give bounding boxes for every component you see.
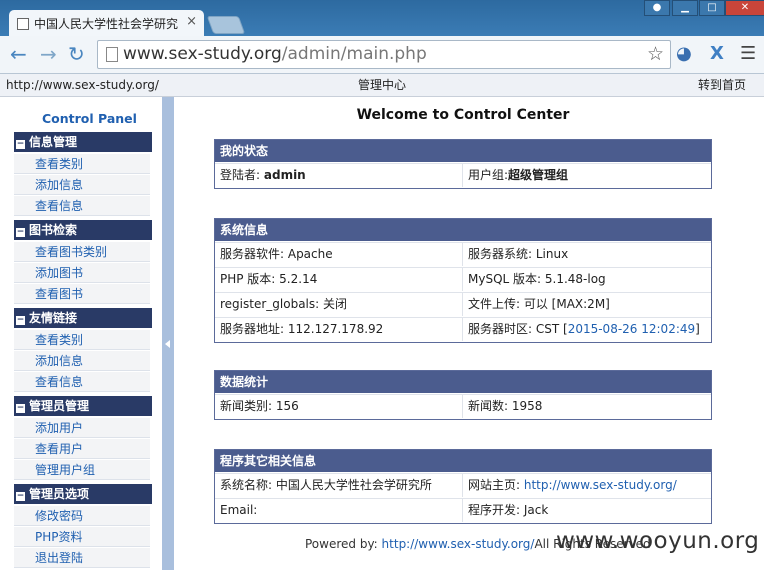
sidebar-item[interactable]: 添加图书 (14, 263, 150, 283)
page-icon (106, 47, 118, 62)
info-cell: PHP 版本: 5.2.14 (215, 268, 463, 291)
menu-icon[interactable]: ☰ (740, 44, 756, 64)
sidebar-section-info[interactable]: − 信息管理 (14, 132, 152, 152)
panel-title: 系统信息 (215, 219, 711, 242)
close-window-button[interactable]: ✕ (725, 0, 764, 16)
panel-title: 数据统计 (215, 371, 711, 394)
user-group: 超级管理组 (508, 168, 569, 182)
sidebar-item[interactable]: 查看图书类别 (14, 242, 150, 262)
info-cell: 文件上传: 可以 [MAX:2M] (468, 297, 610, 311)
info-cell: 新闻数: 1958 (468, 399, 543, 413)
sidebar-toggle[interactable] (162, 97, 174, 570)
back-icon[interactable]: ← (10, 44, 27, 64)
info-cell: Email: (215, 499, 463, 522)
status-panel: 我的状态 登陆者: admin 用户组:超级管理组 (214, 139, 712, 189)
sidebar-item[interactable]: 修改密码 (14, 506, 150, 526)
info-cell: register_globals: 关闭 (215, 293, 463, 316)
page-content: http://www.sex-study.org/ 管理中心 转到首页 Cont… (0, 74, 764, 570)
info-cell: 程序开发: Jack (468, 503, 549, 517)
user-icon[interactable]: ● (644, 0, 670, 16)
close-icon[interactable]: × (186, 14, 197, 29)
table-row: 系统名称: 中国人民大学性社会学研究所 网站主页: http://www.sex… (215, 473, 711, 498)
new-tab-button[interactable] (206, 16, 246, 34)
table-row: 服务器地址: 112.127.178.92 服务器时区: CST [2015-0… (215, 317, 711, 342)
info-cell: 新闻类别: 156 (215, 395, 463, 418)
sidebar-item[interactable]: 添加信息 (14, 175, 150, 195)
info-cell: 服务器软件: Apache (215, 243, 463, 266)
table-row: PHP 版本: 5.2.14 MySQL 版本: 5.1.48-log (215, 267, 711, 292)
table-row: register_globals: 关闭 文件上传: 可以 [MAX:2M] (215, 292, 711, 317)
collapse-icon[interactable]: − (16, 492, 25, 501)
address-bar[interactable]: www.sex-study.org/admin/main.php ☆ (97, 40, 671, 69)
timezone-cell: 服务器时区: CST [2015-08-26 12:02:49] (468, 322, 700, 336)
collapse-icon[interactable]: − (16, 316, 25, 325)
other-info-panel: 程序其它相关信息 系统名称: 中国人民大学性社会学研究所 网站主页: http:… (214, 449, 712, 524)
url-text[interactable]: www.sex-study.org/admin/main.php (123, 44, 427, 64)
sidebar-item[interactable]: 查看图书 (14, 284, 150, 304)
browser-tab[interactable]: 中国人民大学性社会学研究 × (9, 10, 204, 36)
welcome-heading: Welcome to Control Center (356, 107, 570, 123)
table-row: 登陆者: admin 用户组:超级管理组 (215, 163, 711, 188)
panel-title: 程序其它相关信息 (215, 450, 711, 473)
x-extension-icon[interactable]: X (710, 44, 724, 64)
page-icon (17, 18, 29, 30)
collapse-icon[interactable]: − (16, 140, 25, 149)
sidebar-item[interactable]: 退出登陆 (14, 548, 150, 568)
sidebar-item[interactable]: 添加信息 (14, 351, 150, 371)
stats-panel: 数据统计 新闻类别: 156 新闻数: 1958 (214, 370, 712, 420)
sidebar-item[interactable]: 查看用户 (14, 439, 150, 459)
control-panel-title: Control Panel (42, 111, 137, 126)
server-time: 2015-08-26 12:02:49 (567, 322, 696, 336)
admin-center-title: 管理中心 (358, 78, 407, 92)
main-panel: Welcome to Control Center 我的状态 登陆者: admi… (174, 97, 764, 570)
reload-icon[interactable]: ↻ (68, 44, 85, 64)
collapse-icon[interactable]: − (16, 404, 25, 413)
login-user: admin (263, 168, 306, 182)
homepage-cell: 网站主页: http://www.sex-study.org/ (468, 478, 677, 492)
sidebar-item[interactable]: PHP资料 (14, 527, 150, 547)
info-cell: 系统名称: 中国人民大学性社会学研究所 (215, 474, 463, 497)
sidebar-item[interactable]: 查看类别 (14, 330, 150, 350)
collapse-icon[interactable]: − (16, 228, 25, 237)
minimize-button[interactable]: ▁ (672, 0, 698, 16)
forward-icon[interactable]: → (40, 44, 57, 64)
sidebar-section-admin-options[interactable]: − 管理员选项 (14, 484, 152, 504)
footer-link[interactable]: http://www.sex-study.org/ (382, 537, 535, 551)
admin-topbar: http://www.sex-study.org/ 管理中心 转到首页 (0, 74, 764, 97)
browser-titlebar: 中国人民大学性社会学研究 × ● ▁ □ ✕ (0, 0, 764, 36)
sidebar-item[interactable]: 管理用户组 (14, 460, 150, 480)
tab-title: 中国人民大学性社会学研究 (34, 17, 179, 31)
sidebar-item[interactable]: 查看类别 (14, 154, 150, 174)
info-cell: 服务器地址: 112.127.178.92 (215, 318, 463, 341)
system-info-panel: 系统信息 服务器软件: Apache 服务器系统: Linux PHP 版本: … (214, 218, 712, 343)
bookmark-star-icon[interactable]: ☆ (647, 43, 664, 65)
sidebar-section-books[interactable]: − 图书检索 (14, 220, 152, 240)
home-link[interactable]: 转到首页 (698, 74, 746, 96)
sidebar-section-links[interactable]: − 友情链接 (14, 308, 152, 328)
info-cell: 服务器系统: Linux (468, 247, 569, 261)
table-row: 服务器软件: Apache 服务器系统: Linux (215, 242, 711, 267)
group-cell: 用户组:超级管理组 (468, 168, 569, 182)
login-cell: 登陆者: admin (215, 164, 463, 187)
collapse-arrow-icon[interactable] (165, 340, 170, 348)
table-row: Email: 程序开发: Jack (215, 498, 711, 523)
site-url: http://www.sex-study.org/ (6, 78, 159, 92)
panel-title: 我的状态 (215, 140, 711, 163)
sidebar-item[interactable]: 添加用户 (14, 418, 150, 438)
sidebar-item[interactable]: 查看信息 (14, 196, 150, 216)
info-cell: MySQL 版本: 5.1.48-log (468, 272, 606, 286)
sidebar-section-admins[interactable]: − 管理员管理 (14, 396, 152, 416)
homepage-link[interactable]: http://www.sex-study.org/ (524, 478, 677, 492)
browser-toolbar: ← → ↻ www.sex-study.org/admin/main.php ☆… (0, 36, 764, 74)
table-row: 新闻类别: 156 新闻数: 1958 (215, 394, 711, 419)
maximize-button[interactable]: □ (699, 0, 725, 16)
globe-extension-icon[interactable]: ◕ (676, 44, 692, 64)
sidebar-item[interactable]: 查看信息 (14, 372, 150, 392)
watermark: www.wooyun.org (556, 528, 760, 554)
sidebar: Control Panel − 信息管理 查看类别 添加信息 查看信息 − 图书检索… (0, 97, 162, 570)
